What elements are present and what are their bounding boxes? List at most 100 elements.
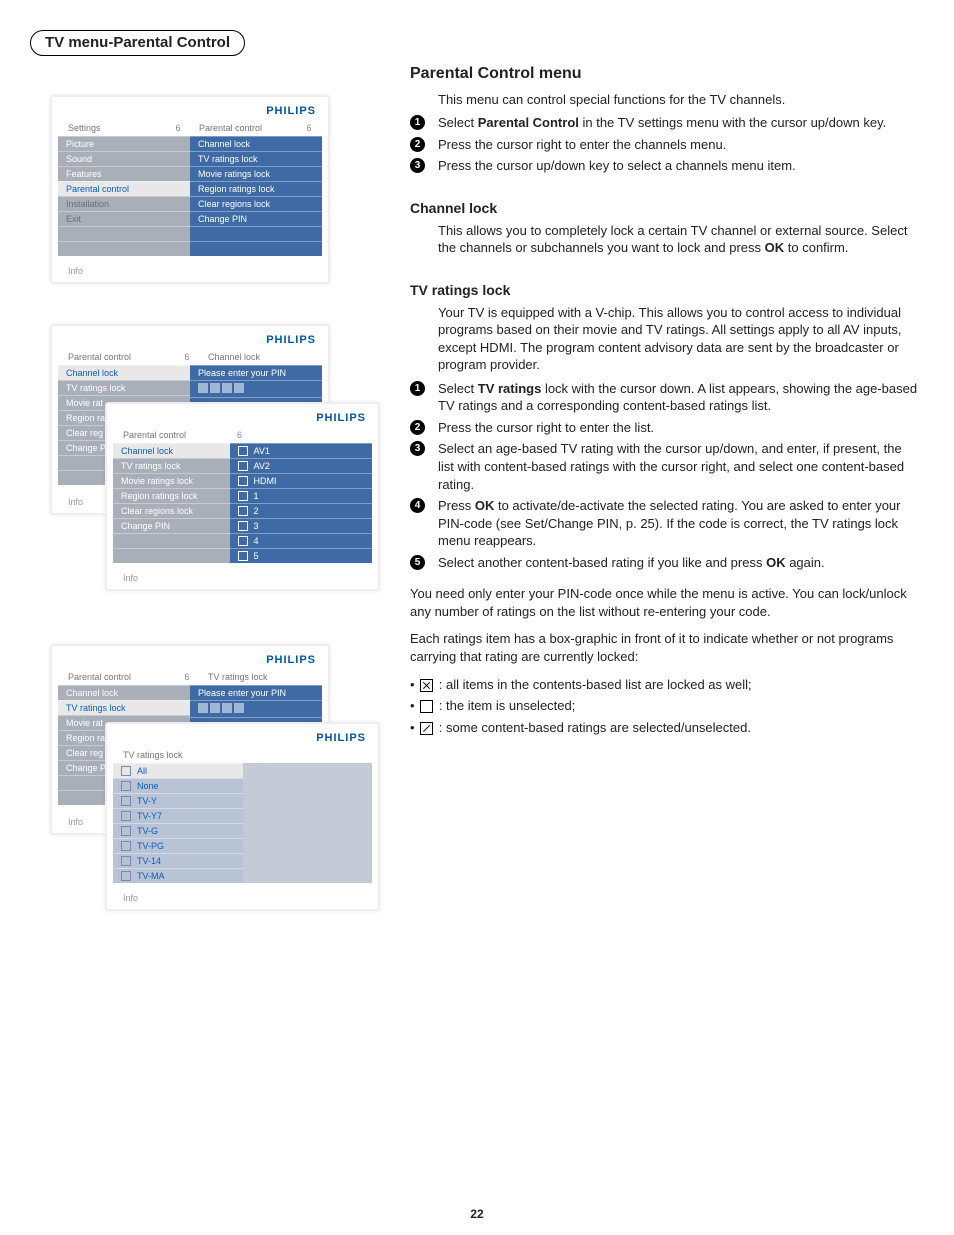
tvr-step-5: Select another content-based rating if y…: [410, 554, 920, 572]
submenu-item[interactable]: Region ratings lock: [190, 181, 322, 196]
menu-item[interactable]: Channel lock: [58, 685, 190, 700]
header-num: 6: [178, 352, 196, 362]
page-title-pill: TV menu-Parental Control: [30, 30, 245, 56]
rating-item[interactable]: TV-G: [113, 823, 243, 838]
menu-item[interactable]: TV ratings lock: [58, 380, 190, 395]
menu-body: All None TV-Y TV-Y7 TV-G TV-PG TV-14 TV-…: [113, 763, 372, 883]
menu-item[interactable]: Clear regions lock: [113, 503, 230, 518]
menu-spacer: [113, 533, 230, 548]
menu-spacer: [243, 763, 373, 883]
channel-check-item[interactable]: 2: [230, 503, 372, 518]
pin-boxes[interactable]: [190, 380, 322, 397]
left-header: Parental control: [68, 672, 178, 682]
channel-check-item[interactable]: 1: [230, 488, 372, 503]
parental-intro: This menu can control special functions …: [438, 91, 920, 109]
rating-item[interactable]: TV-Y: [113, 793, 243, 808]
submenu-item[interactable]: Movie ratings lock: [190, 166, 322, 181]
menu-spacer: [58, 241, 190, 256]
check-label: AV1: [254, 446, 270, 456]
submenu-item[interactable]: Clear regions lock: [190, 196, 322, 211]
rating-label: TV-Y7: [137, 811, 162, 821]
screenshots-column: PHILIPS Settings 6 Parental control 6 Pi…: [50, 95, 390, 984]
screenshot-channel-lock-overlay: PHILIPS Parental control 6 Channel lock …: [105, 402, 380, 591]
pin-prompt: Please enter your PIN: [190, 365, 322, 380]
legend-bullets: • : all items in the contents-based list…: [410, 676, 920, 737]
menu-item-selected[interactable]: Parental control: [58, 181, 190, 196]
menu-item[interactable]: Installation: [58, 196, 190, 211]
left-header: TV ratings lock: [123, 750, 368, 760]
rating-label: TV-G: [137, 826, 158, 836]
tvr-steps: Select TV ratings lock with the cursor d…: [410, 380, 920, 571]
rating-item-selected[interactable]: All: [113, 763, 243, 778]
channel-check-item[interactable]: HDMI: [230, 473, 372, 488]
step-1: Select Parental Control in the TV settin…: [410, 114, 920, 132]
channel-check-item[interactable]: AV2: [230, 458, 372, 473]
channel-check-item[interactable]: AV1: [230, 443, 372, 458]
menu-item[interactable]: Features: [58, 166, 190, 181]
tvr-step-3: Select an age-based TV rating with the c…: [410, 440, 920, 493]
menu-item[interactable]: Region ratings lock: [113, 488, 230, 503]
channel-check-item[interactable]: 4: [230, 533, 372, 548]
menu-spacer: [113, 548, 230, 563]
legend-slash: • : some content-based ratings are selec…: [410, 719, 920, 737]
ratings-right-empty: [243, 763, 373, 883]
menu-item[interactable]: Change PIN: [113, 518, 230, 533]
header-num: 6: [178, 672, 196, 682]
menu-right-col: Channel lock TV ratings lock Movie ratin…: [190, 136, 322, 256]
submenu-item[interactable]: Change PIN: [190, 211, 322, 226]
rating-label: TV-Y: [137, 796, 157, 806]
menu-spacer: [190, 226, 322, 241]
menu-item[interactable]: Sound: [58, 151, 190, 166]
menu-left-col: Picture Sound Features Parental control …: [58, 136, 190, 256]
page-number: 22: [0, 1207, 954, 1221]
checkbox-x-icon: [420, 679, 433, 692]
menu-item[interactable]: TV ratings lock: [113, 458, 230, 473]
rating-item[interactable]: TV-14: [113, 853, 243, 868]
rating-item[interactable]: TV-PG: [113, 838, 243, 853]
pin-prompt: Please enter your PIN: [190, 685, 322, 700]
menu-item[interactable]: Movie ratings lock: [113, 473, 230, 488]
content-column: Parental Control menu This menu can cont…: [410, 55, 920, 740]
screenshot-tv-ratings-overlay: PHILIPS TV ratings lock All None TV-Y TV…: [105, 722, 380, 911]
menu-spacer: [190, 241, 322, 256]
legend-x: • : all items in the contents-based list…: [410, 676, 920, 694]
page-title: TV menu-Parental Control: [45, 34, 230, 51]
menu-header: Settings 6 Parental control 6: [58, 121, 322, 136]
menu-item-selected[interactable]: TV ratings lock: [58, 700, 190, 715]
info-label: Info: [58, 256, 322, 278]
submenu-item[interactable]: TV ratings lock: [190, 151, 322, 166]
pin-boxes[interactable]: [190, 700, 322, 717]
check-label: 1: [254, 491, 259, 501]
menu-left-col: Channel lock TV ratings lock Movie ratin…: [113, 443, 230, 563]
rating-label: TV-MA: [137, 871, 165, 881]
info-label: Info: [113, 563, 372, 585]
right-header: Parental control: [187, 123, 300, 133]
rating-item[interactable]: None: [113, 778, 243, 793]
heading-channel-lock: Channel lock: [410, 199, 920, 218]
channel-check-item[interactable]: 3: [230, 518, 372, 533]
check-label: 4: [254, 536, 259, 546]
menu-header: TV ratings lock: [113, 748, 372, 763]
checkbox-slash-icon: [420, 722, 433, 735]
menu-header: Parental control 6 Channel lock: [58, 350, 322, 365]
tvr-step-2: Press the cursor right to enter the list…: [410, 419, 920, 437]
menu-item[interactable]: Picture: [58, 136, 190, 151]
rating-label: TV-14: [137, 856, 161, 866]
menu-item-selected[interactable]: Channel lock: [113, 443, 230, 458]
heading-tv-ratings-lock: TV ratings lock: [410, 281, 920, 300]
ratings-list: All None TV-Y TV-Y7 TV-G TV-PG TV-14 TV-…: [113, 763, 243, 883]
brand-logo: PHILIPS: [58, 332, 322, 350]
tvr-step-1: Select TV ratings lock with the cursor d…: [410, 380, 920, 415]
submenu-item[interactable]: Channel lock: [190, 136, 322, 151]
header-num-r: 6: [300, 123, 318, 133]
checkbox-empty-icon: [420, 700, 433, 713]
channel-check-item[interactable]: 5: [230, 548, 372, 563]
rating-item[interactable]: TV-Y7: [113, 808, 243, 823]
rating-item[interactable]: TV-MA: [113, 868, 243, 883]
tvr-step-4: Press OK to activate/de-activate the sel…: [410, 497, 920, 550]
menu-header: Parental control 6 TV ratings lock: [58, 670, 322, 685]
box-graphic-paragraph: Each ratings item has a box-graphic in f…: [410, 630, 920, 665]
menu-item[interactable]: Exit: [58, 211, 190, 226]
screenshot-settings: PHILIPS Settings 6 Parental control 6 Pi…: [50, 95, 330, 284]
menu-item-selected[interactable]: Channel lock: [58, 365, 190, 380]
